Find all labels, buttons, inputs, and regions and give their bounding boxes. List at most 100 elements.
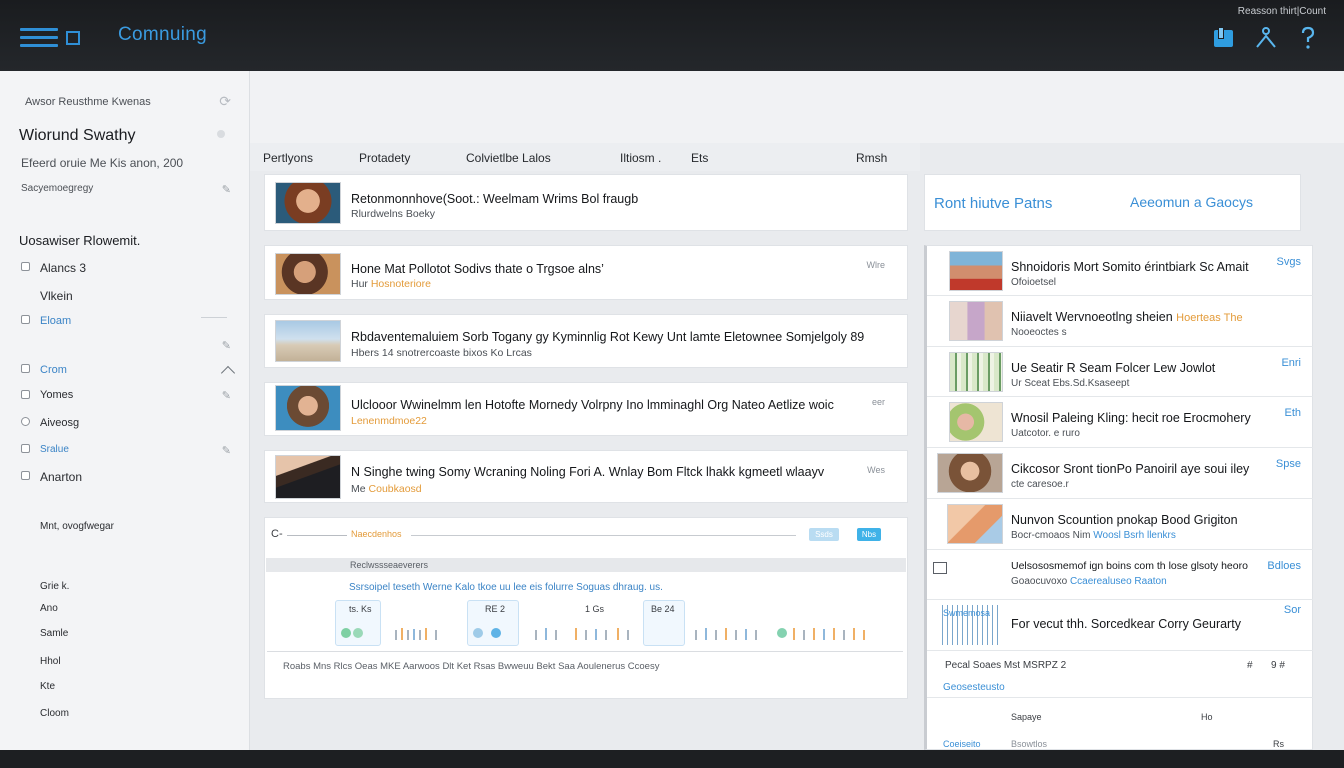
column-header-1[interactable]: Pertlyons [263, 151, 313, 165]
sidebar-item-5[interactable]: Yomes [40, 389, 73, 401]
checkbox-icon[interactable] [21, 390, 30, 399]
sidebar-footer-item[interactable]: Cloom [40, 708, 69, 719]
sidebar-footer-item[interactable]: Hhol [40, 656, 61, 667]
list-item[interactable]: Wnosil Paleing Kling: hecit roe Erocmohe… [927, 397, 1313, 448]
list-item[interactable]: Ue Seatir R Seam Folcer Lew Jowlot Ur Sc… [927, 347, 1313, 397]
item-action[interactable]: Enri [1281, 357, 1301, 369]
list-item[interactable]: Shnoidoris Mort Somito érintbiark Sc Ama… [927, 246, 1313, 296]
list-item[interactable]: Retonmonnhove(Soot.: Weelmam Wrims Bol f… [264, 174, 908, 231]
tick-bar [823, 629, 825, 640]
sidebar-item-1[interactable]: Alancs 3 [40, 261, 86, 275]
bookmark-icon[interactable] [1210, 24, 1238, 52]
column-header-4[interactable]: Iltiosm . [620, 151, 661, 165]
edit-icon[interactable]: ✎ [222, 339, 231, 352]
column-header-6[interactable]: Rmsh [856, 151, 887, 165]
edit-icon[interactable]: ✎ [222, 389, 231, 402]
tick-bar [419, 630, 421, 640]
footer-link[interactable]: Coeiseito [943, 739, 981, 749]
sidebar-item-7[interactable]: Sralue [40, 444, 69, 455]
item-subtitle: Lenenmdmoe22 [351, 415, 427, 427]
sidebar-item-8[interactable]: Anarton [40, 470, 82, 484]
item-subtitle: Ur Sceat Ebs.Sd.Ksaseept [1011, 378, 1130, 389]
checkbox-icon[interactable] [21, 315, 30, 324]
panel-control[interactable]: C- [271, 528, 283, 540]
marker-dot [777, 628, 787, 638]
sidebar-footer-item[interactable]: Grie k. [40, 581, 69, 592]
tick-bar [853, 628, 855, 640]
divider [927, 697, 1313, 698]
menu-icon[interactable] [20, 28, 58, 48]
list-item[interactable]: Rbdaventemaluiem Sorb Togany gy Kyminnli… [264, 314, 908, 368]
right-panel-action[interactable]: Aeeomun a Gaocys [1130, 194, 1253, 210]
window-icon[interactable] [66, 31, 80, 45]
edit-icon[interactable]: ✎ [222, 444, 231, 457]
sidebar-top-label: Awsor Reusthme Kwenas [25, 96, 151, 108]
list-item[interactable]: Ulclooor Wwinelmm len Hotofte Mornedy Vo… [264, 382, 908, 436]
item-action[interactable]: Sor [1284, 604, 1301, 616]
checkbox-icon[interactable] [21, 471, 30, 480]
list-item[interactable]: Cikcosor Sront tionPo Panoiril aye soui … [927, 448, 1313, 499]
sidebar-footer-item[interactable]: Samle [40, 628, 68, 639]
checkbox-icon[interactable] [21, 444, 30, 453]
sidebar-item-2[interactable]: Vlkein [40, 289, 73, 303]
item-action[interactable]: Svgs [1277, 256, 1301, 268]
edit-icon[interactable]: ✎ [222, 183, 231, 196]
account-label[interactable]: Reasson thirt|Count [1238, 6, 1326, 17]
tick-bar [755, 630, 757, 640]
right-panel-title[interactable]: Ront hiutve Patns [934, 195, 1052, 212]
divider [287, 535, 347, 536]
sidebar-heading: Wiorund Swathy [19, 127, 136, 144]
activity-visual: ts. Ks RE 2 1 Gs Be 24 [305, 600, 905, 650]
list-item[interactable]: Hone Mat Pollotot Sodivs thate o Trgsoe … [264, 245, 908, 300]
radio-icon[interactable] [21, 417, 30, 426]
chevron-up-icon[interactable] [220, 365, 236, 381]
divider [411, 535, 796, 536]
item-meta: Wes [867, 465, 885, 475]
document-icon [933, 562, 947, 574]
item-subtitle: Rlurdwelns Boeky [351, 208, 436, 220]
content-banner [250, 71, 1344, 143]
item-action[interactable]: Bdloes [1267, 560, 1301, 572]
thumbnail-image [949, 352, 1003, 392]
item-tag: Ccaerealuseo Raaton [1069, 576, 1167, 587]
thumbnail-image [949, 301, 1003, 341]
panel-button-secondary[interactable]: Ssds [809, 528, 839, 541]
item-subtitle-text: Bocr-cmoaos Nim [1011, 530, 1091, 541]
tick-bar [555, 630, 557, 640]
bottom-bar [0, 750, 1344, 768]
help-icon[interactable] [1294, 24, 1322, 52]
panel-section-title: Reclwssseaeverers [350, 560, 429, 570]
column-header-2[interactable]: Protadety [359, 151, 410, 165]
column-header-5[interactable]: Ets [691, 151, 708, 165]
totals-label: Sapaye [1011, 712, 1042, 722]
checkbox-icon[interactable] [21, 364, 30, 373]
item-action[interactable]: Eth [1284, 407, 1301, 419]
stats-link[interactable]: Geosesteusto [943, 682, 1005, 693]
panel-button-primary[interactable]: Nbs [857, 528, 881, 541]
column-header-3[interactable]: Colvietlbe Lalos [466, 151, 551, 165]
sidebar-item-6[interactable]: Aiveosg [40, 417, 79, 429]
marker-dot [491, 628, 501, 638]
item-action[interactable]: Spse [1276, 458, 1301, 470]
tick-bar [413, 629, 415, 640]
list-item[interactable]: N Singhe twing Somy Wcraning Noling Fori… [264, 450, 908, 503]
tick-bar [627, 630, 629, 640]
thumbnail-image [275, 253, 341, 295]
list-item[interactable]: Swmemosa For vecut thh. Sorcedkear Corry… [927, 600, 1313, 651]
sidebar-link[interactable]: Sacyemoegregy [21, 183, 93, 194]
person-icon[interactable] [1252, 24, 1280, 52]
refresh-icon[interactable]: ⟳ [219, 93, 231, 110]
item-subtitle: Goaocuvoxo Ccaerealuseo Raaton [1011, 576, 1167, 587]
checkbox-icon[interactable] [21, 262, 30, 271]
list-item[interactable]: Nunvon Scountion pnokap Bood Grigiton Bo… [927, 499, 1313, 550]
list-item[interactable]: Niiavelt Wervnoeotlng sheien Hoerteas Th… [927, 296, 1313, 347]
item-title: Cikcosor Sront tionPo Panoiril aye soui … [1011, 462, 1250, 476]
thumbnail-image [947, 504, 1003, 544]
tick-bar [425, 628, 427, 640]
item-tag: Woosl Bsrh llenkrs [1093, 530, 1176, 541]
sidebar-footer-item[interactable]: Ano [40, 603, 58, 614]
sidebar-item-3[interactable]: Eloam [40, 315, 71, 327]
sidebar-footer-item[interactable]: Kte [40, 681, 55, 692]
list-item[interactable]: Uelsososmemof ign boins com th lose glso… [927, 550, 1313, 600]
sidebar-item-4[interactable]: Crom [40, 364, 67, 376]
